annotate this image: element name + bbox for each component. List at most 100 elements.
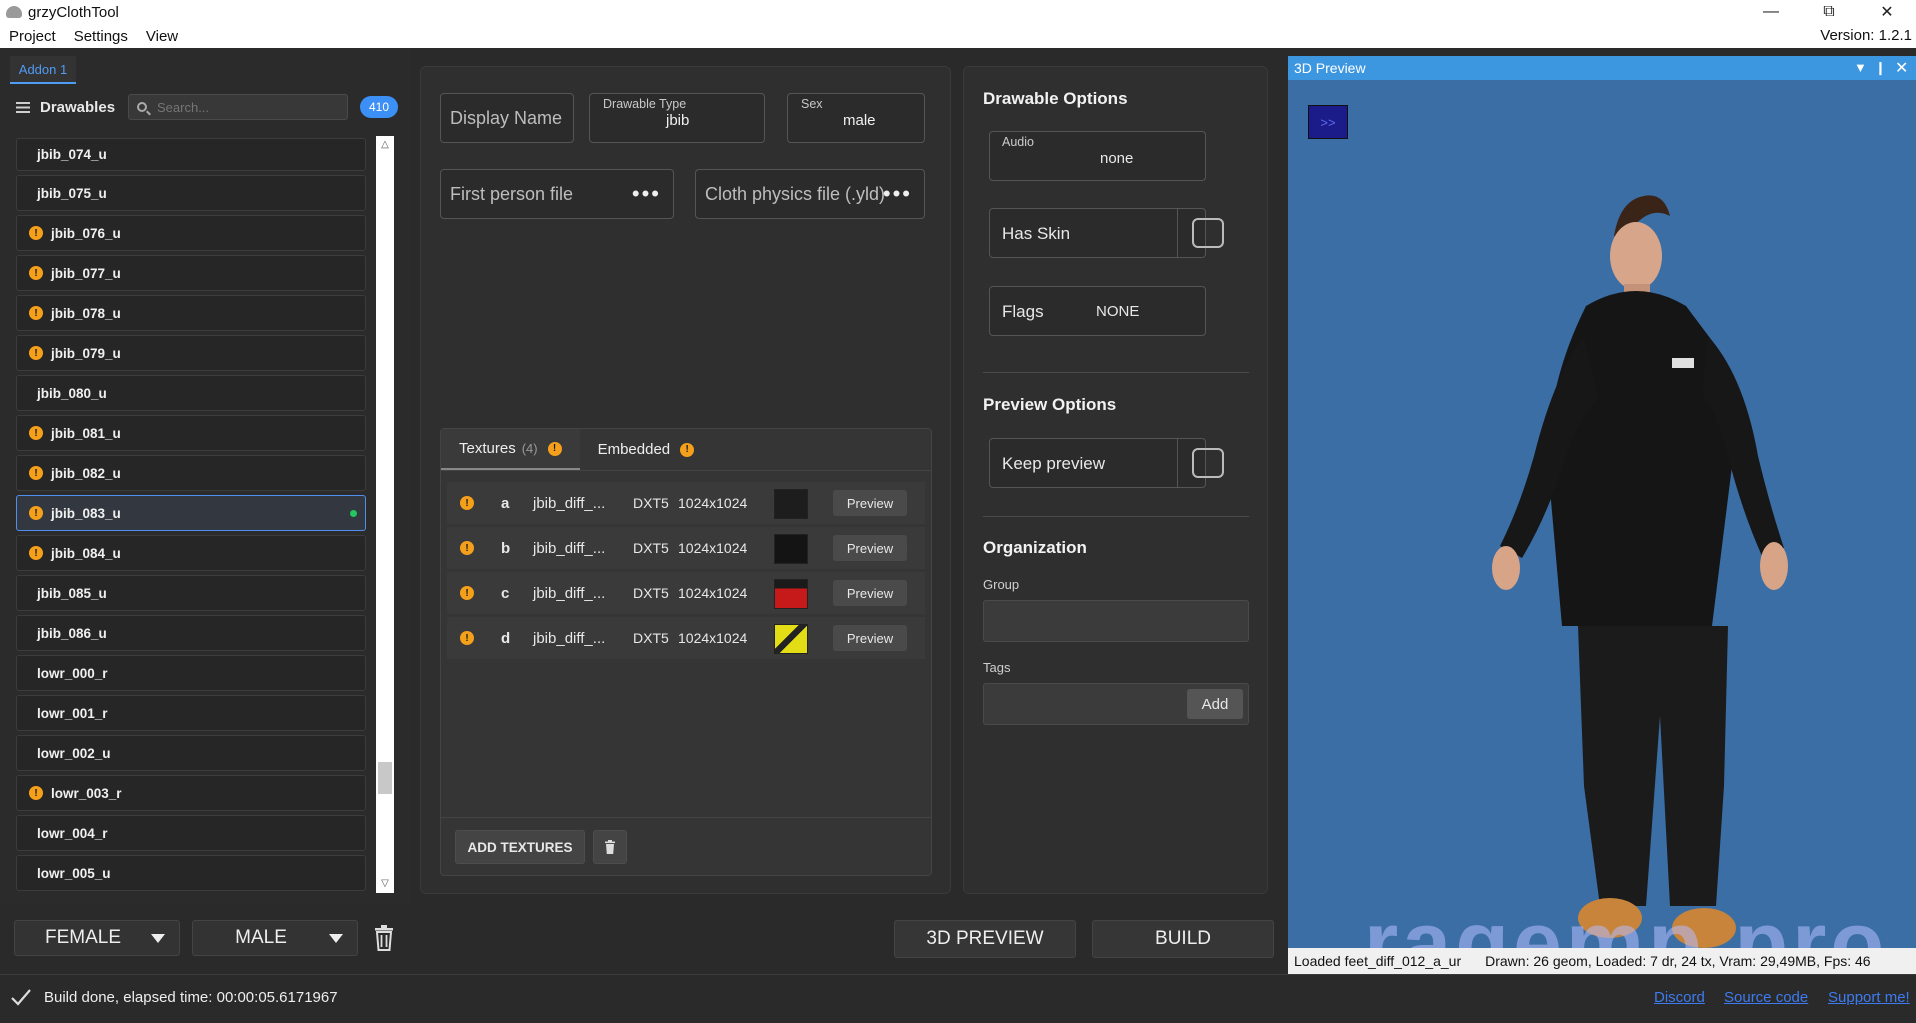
list-item-selected[interactable]: ! jbib_083_u (16, 495, 366, 531)
trash-icon[interactable] (372, 924, 396, 952)
list-item[interactable]: ! jbib_081_u (16, 415, 366, 451)
has-skin-checkbox[interactable] (1192, 218, 1224, 248)
female-button[interactable]: FEMALE (14, 920, 180, 956)
audio-label: Audio (1002, 135, 1034, 149)
list-item[interactable]: ! jbib_077_u (16, 255, 366, 291)
minimize-button[interactable]: — (1748, 0, 1794, 24)
list-item[interactable]: ! jbib_076_u (16, 215, 366, 251)
list-icon (16, 101, 30, 113)
add-textures-button[interactable]: ADD TEXTURES (455, 830, 585, 864)
delete-texture-button[interactable] (593, 830, 627, 864)
texture-letter: c (501, 584, 510, 602)
options-panel: Drawable Options Audio none Has Skin Fla… (963, 66, 1268, 894)
support-me-link[interactable]: Support me! (1828, 989, 1910, 1006)
list-item[interactable]: ! jbib_082_u (16, 455, 366, 491)
check-icon (11, 989, 31, 1006)
first-person-file-field[interactable]: First person file ••• (440, 169, 674, 219)
keep-preview-checkbox[interactable] (1192, 448, 1224, 478)
list-item-name: jbib_079_u (51, 345, 121, 361)
list-item[interactable]: lowr_005_u (16, 855, 366, 891)
drawables-label: Drawables (40, 98, 116, 116)
preview-options-title: Preview Options (983, 395, 1117, 414)
list-item-name: lowr_003_r (51, 785, 122, 801)
list-item[interactable]: ! jbib_084_u (16, 535, 366, 571)
texture-format: DXT5 (633, 495, 669, 511)
texture-row[interactable]: ! a jbib_diff_... DXT5 1024x1024 Preview (447, 482, 925, 524)
discord-link[interactable]: Discord (1654, 989, 1705, 1006)
build-button[interactable]: BUILD (1092, 920, 1274, 958)
list-item[interactable]: ! lowr_003_r (16, 775, 366, 811)
pin-icon[interactable]: ❙ (1875, 60, 1886, 76)
character-model[interactable] (1418, 166, 1838, 956)
has-skin-field: Has Skin (989, 208, 1224, 258)
group-input[interactable] (983, 600, 1249, 642)
warning-icon: ! (460, 586, 474, 600)
list-item-name: lowr_002_u (37, 745, 111, 761)
restore-button[interactable]: ⧉ (1806, 0, 1852, 24)
tab-textures[interactable]: Textures (4) ! (441, 429, 580, 470)
title-bar: grzyClothTool — ⧉ ✕ (0, 0, 1916, 24)
list-item[interactable]: lowr_004_r (16, 815, 366, 851)
scroll-up-icon[interactable]: △ (380, 140, 390, 150)
list-item[interactable]: lowr_001_r (16, 695, 366, 731)
drawable-type-label: Drawable Type (603, 97, 687, 111)
list-item[interactable]: ! jbib_078_u (16, 295, 366, 331)
texture-row[interactable]: ! c jbib_diff_... DXT5 1024x1024 Preview (447, 572, 925, 614)
list-item[interactable]: jbib_085_u (16, 575, 366, 611)
male-button[interactable]: MALE (192, 920, 358, 956)
flags-field[interactable]: Flags NONE (989, 286, 1206, 336)
list-item[interactable]: jbib_075_u (16, 175, 366, 211)
close-window-button[interactable]: ✕ (1864, 0, 1910, 24)
divider (1177, 209, 1178, 257)
list-item[interactable]: ! jbib_079_u (16, 335, 366, 371)
chevron-down-icon (151, 933, 165, 943)
add-tag-button[interactable]: Add (1187, 689, 1243, 719)
expand-button[interactable]: >> (1308, 105, 1348, 139)
list-item[interactable]: jbib_080_u (16, 375, 366, 411)
group-label: Group (983, 577, 1020, 592)
source-code-link[interactable]: Source code (1724, 989, 1808, 1006)
texture-preview-button[interactable]: Preview (833, 535, 907, 561)
chevron-down-icon (329, 933, 343, 943)
cloth-physics-file-field[interactable]: Cloth physics file (.yld) ••• (695, 169, 925, 219)
audio-field[interactable]: Audio none (989, 131, 1206, 181)
texture-thumbnail (774, 489, 808, 519)
list-item[interactable]: jbib_086_u (16, 615, 366, 651)
3d-preview-header: 3D Preview ▼ ❙ ✕ (1288, 56, 1916, 80)
dropdown-icon[interactable]: ▼ (1854, 60, 1867, 75)
male-label: MALE (235, 927, 287, 948)
warning-icon: ! (460, 541, 474, 555)
more-icon[interactable]: ••• (883, 181, 912, 207)
list-item[interactable]: lowr_000_r (16, 655, 366, 691)
list-item[interactable]: lowr_002_u (16, 735, 366, 771)
tab-embedded[interactable]: Embedded ! (580, 429, 713, 470)
tab-addon-1[interactable]: Addon 1 (10, 56, 76, 84)
flags-value: NONE (1096, 303, 1140, 320)
menu-view[interactable]: View (137, 28, 187, 45)
keep-preview-field: Keep preview (989, 438, 1224, 488)
close-icon[interactable]: ✕ (1895, 58, 1908, 78)
sex-field[interactable]: Sex male (787, 93, 925, 143)
menu-project[interactable]: Project (0, 28, 65, 45)
tags-label: Tags (983, 660, 1011, 675)
texture-letter: d (501, 629, 511, 647)
more-icon[interactable]: ••• (632, 181, 661, 207)
menu-settings[interactable]: Settings (65, 28, 137, 45)
flags-label: Flags (1002, 302, 1044, 321)
3d-preview-button[interactable]: 3D PREVIEW (894, 920, 1076, 958)
texture-preview-button[interactable]: Preview (833, 490, 907, 516)
texture-row[interactable]: ! d jbib_diff_... DXT5 1024x1024 Preview (447, 617, 925, 659)
divider (983, 372, 1249, 373)
texture-preview-button[interactable]: Preview (833, 625, 907, 651)
display-name-field[interactable]: Display Name (440, 93, 574, 143)
drawable-type-field[interactable]: Drawable Type jbib (589, 93, 765, 143)
list-item[interactable]: jbib_074_u (16, 138, 366, 171)
texture-row[interactable]: ! b jbib_diff_... DXT5 1024x1024 Preview (447, 527, 925, 569)
drawables-scrollbar[interactable]: △ ▽ (376, 136, 394, 893)
scrollbar-thumb[interactable] (378, 762, 392, 794)
preview-status-stats: Drawn: 26 geom, Loaded: 7 dr, 24 tx, Vra… (1485, 953, 1871, 969)
scroll-down-icon[interactable]: ▽ (380, 879, 390, 889)
texture-preview-button[interactable]: Preview (833, 580, 907, 606)
tags-input[interactable]: Add (983, 683, 1249, 725)
search-input[interactable] (157, 99, 327, 115)
